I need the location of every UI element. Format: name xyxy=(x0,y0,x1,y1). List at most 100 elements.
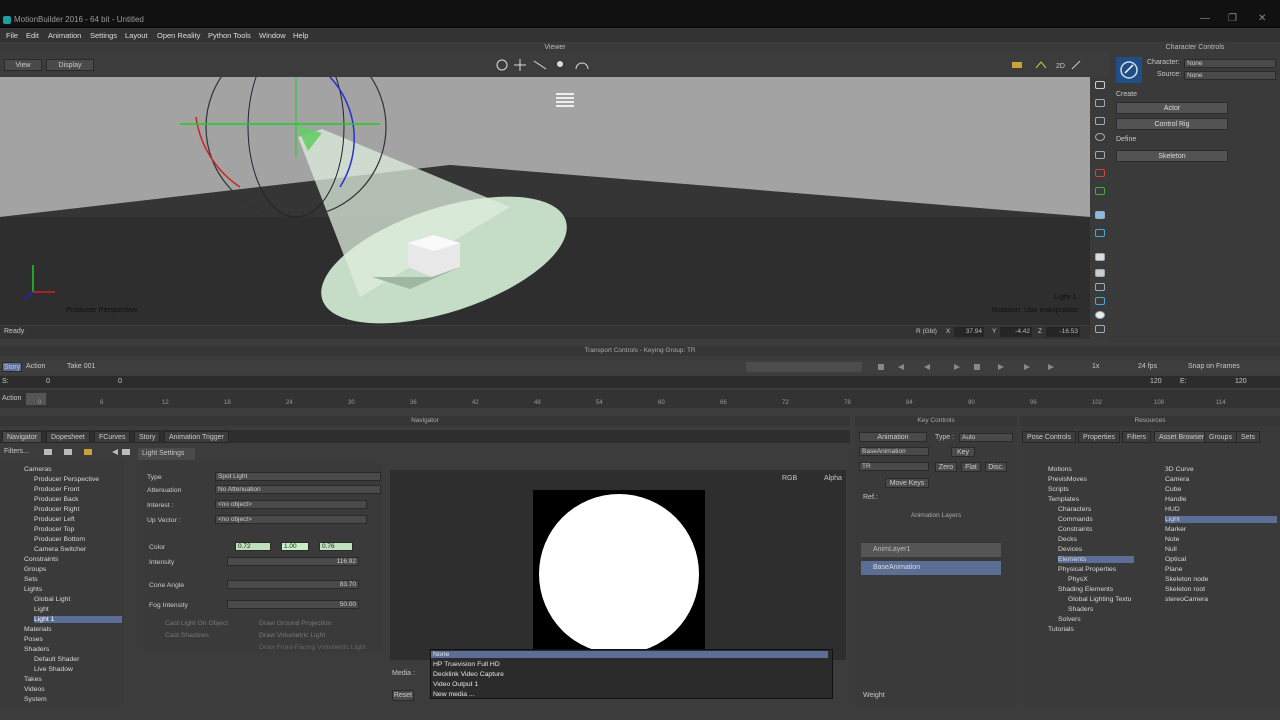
resource-folder[interactable]: Commands xyxy=(1058,516,1093,523)
tree-item[interactable]: Light xyxy=(34,606,49,613)
resource-folder[interactable]: Elements xyxy=(1058,556,1134,563)
light-settings-tab[interactable]: Light Settings xyxy=(138,448,195,460)
close-icon[interactable]: ✕ xyxy=(1258,13,1266,24)
timeline-cursor[interactable] xyxy=(26,393,46,405)
resource-folder[interactable]: Motions xyxy=(1048,466,1072,473)
box-icon[interactable] xyxy=(1095,269,1105,277)
tab-asset-browser[interactable]: Asset Browser xyxy=(1154,431,1210,443)
actor-button[interactable]: Actor xyxy=(1116,102,1228,114)
resource-folder[interactable]: Physical Properties xyxy=(1058,566,1116,573)
tab-story[interactable]: Story xyxy=(134,431,161,443)
menu-window[interactable]: Window xyxy=(259,31,286,40)
tree-item[interactable]: Global Light xyxy=(34,596,70,603)
tab-dopesheet[interactable]: Dopesheet xyxy=(46,431,90,443)
tree-item[interactable]: Producer Perspective xyxy=(34,476,99,483)
resource-folder[interactable]: Shaders xyxy=(1068,606,1093,613)
asset-item[interactable]: Marker xyxy=(1165,526,1186,533)
tree-item[interactable]: Producer Front xyxy=(34,486,79,493)
skeleton-button[interactable]: Skeleton xyxy=(1116,150,1228,162)
resource-folder[interactable]: Devices xyxy=(1058,546,1082,553)
tree-item[interactable]: Default Shader xyxy=(34,656,79,663)
asset-item[interactable]: Skeleton node xyxy=(1165,576,1208,583)
character-field[interactable]: None xyxy=(1184,59,1276,68)
draw-ground-checkbox[interactable]: Draw Ground Projection xyxy=(259,620,332,627)
cast-light-checkbox[interactable]: Cast Light On Object xyxy=(165,620,228,627)
tree-item[interactable]: Producer Left xyxy=(34,516,75,523)
draw-volumetric-checkbox[interactable]: Draw Volumetric Light xyxy=(259,632,325,639)
scale-tool-icon[interactable] xyxy=(1095,151,1105,159)
fog-slider[interactable]: 50.00 xyxy=(227,600,359,609)
key-type-select[interactable]: Auto xyxy=(959,433,1013,442)
color-r-field[interactable]: 0.72 xyxy=(235,542,271,551)
tree-item[interactable]: Poses xyxy=(24,636,43,643)
anim-layer-1[interactable]: AnimLayer1 xyxy=(861,543,1001,557)
snap-selector[interactable]: Snap on Frames xyxy=(1188,363,1240,370)
current-frame[interactable]: 0 xyxy=(118,378,122,385)
source-field[interactable]: None xyxy=(1184,71,1276,80)
display-button[interactable]: Display xyxy=(46,59,94,71)
end-field[interactable]: 120 xyxy=(1150,378,1162,385)
resource-folder[interactable]: Shading Elements xyxy=(1058,586,1113,593)
viewer-mode-icons[interactable]: 2D xyxy=(1010,59,1085,71)
tree-item[interactable]: Materials xyxy=(24,626,52,633)
character-icon[interactable] xyxy=(1116,57,1142,83)
tab-filters[interactable]: Filters xyxy=(1122,431,1152,443)
control-rig-button[interactable]: Control Rig xyxy=(1116,118,1228,130)
interest-field[interactable]: <no object> xyxy=(215,500,367,509)
tab-properties[interactable]: Properties xyxy=(1078,431,1120,443)
camera-tool-icon[interactable] xyxy=(1095,229,1105,237)
tab-animation-trigger[interactable]: Animation Trigger xyxy=(164,431,229,443)
cast-shadows-checkbox[interactable]: Cast Shadows xyxy=(165,632,209,639)
menu-animation[interactable]: Animation xyxy=(48,31,81,40)
start-field[interactable]: 0 xyxy=(46,378,50,385)
resource-folder[interactable]: PrevisMoves xyxy=(1048,476,1087,483)
resource-folder[interactable]: PhysX xyxy=(1068,576,1088,583)
tree-item[interactable]: Groups xyxy=(24,566,46,573)
asset-item[interactable]: Camera xyxy=(1165,476,1189,483)
tree-item[interactable]: Lights xyxy=(24,586,42,593)
asset-item[interactable]: Plane xyxy=(1165,566,1182,573)
keying-group-select[interactable]: TR xyxy=(859,462,929,471)
tree-item[interactable]: Cameras xyxy=(24,466,52,473)
resource-folder[interactable]: Global Lighting Textu xyxy=(1068,596,1131,603)
view-button[interactable]: View xyxy=(4,59,42,71)
resource-folder[interactable]: Characters xyxy=(1058,506,1091,513)
light-tool-icon[interactable] xyxy=(1095,211,1105,219)
take-selector[interactable]: Take 001 xyxy=(67,363,95,370)
menu-settings[interactable]: Settings xyxy=(90,31,117,40)
resource-folder[interactable]: Tutorials xyxy=(1048,626,1074,633)
3d-viewport[interactable]: Producer Perspective Light 1 Rotation: U… xyxy=(0,77,1090,325)
tree-item[interactable]: Live Shadow xyxy=(34,666,73,673)
menu-help[interactable]: Help xyxy=(293,31,308,40)
rgb-radio[interactable]: RGB xyxy=(782,475,797,482)
curve-icon[interactable] xyxy=(1095,283,1105,291)
transport-slider[interactable] xyxy=(746,362,862,372)
pivot-tool-icon[interactable] xyxy=(1095,187,1105,195)
tree-item[interactable]: Producer Bottom xyxy=(34,536,85,543)
flat-button[interactable]: Flat xyxy=(961,462,981,472)
asset-item[interactable]: Note xyxy=(1165,536,1179,543)
base-animation-select[interactable]: BaseAnimation xyxy=(859,447,929,456)
navigator-toolbar-icons[interactable] xyxy=(44,447,132,457)
type-select[interactable]: Spot Light xyxy=(215,472,381,481)
attenuation-select[interactable]: No Attenuation xyxy=(215,485,381,494)
resource-folder[interactable]: Templates xyxy=(1048,496,1079,503)
move-keys-button[interactable]: Move Keys xyxy=(885,478,929,488)
media-option[interactable]: New media ... xyxy=(433,691,475,698)
asset-item[interactable]: 3D Curve xyxy=(1165,466,1194,473)
translate-tool-icon[interactable] xyxy=(1095,117,1105,125)
asset-item[interactable]: Null xyxy=(1165,546,1177,553)
tree-item[interactable]: Producer Top xyxy=(34,526,74,533)
draw-front-checkbox[interactable]: Draw Front-Facing Volumetric Light xyxy=(259,644,366,651)
manipulator-tools[interactable] xyxy=(494,57,594,73)
menu-open-reality[interactable]: Open Reality xyxy=(157,31,200,40)
cube-icon[interactable] xyxy=(1095,253,1105,261)
resource-folder[interactable]: Decks xyxy=(1058,536,1077,543)
media-dropdown[interactable]: None HP Truevision Full HD Decklink Video … xyxy=(430,649,833,699)
asset-item[interactable]: Light xyxy=(1165,516,1277,523)
asset-item[interactable]: Handle xyxy=(1165,496,1187,503)
fps-selector[interactable]: 24 fps xyxy=(1138,363,1157,370)
tree-item[interactable]: Producer Back xyxy=(34,496,79,503)
playback-controls[interactable] xyxy=(874,362,1064,372)
color-g-field[interactable]: 1.00 xyxy=(281,542,309,551)
